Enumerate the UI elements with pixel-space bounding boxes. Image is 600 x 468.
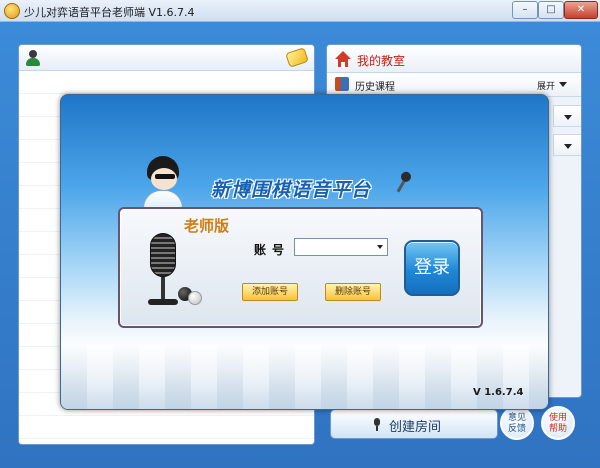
mic-icon: [373, 418, 381, 431]
account-label: 账号: [254, 243, 291, 257]
collapsed-section[interactable]: [553, 134, 581, 156]
login-button[interactable]: 登录: [404, 240, 460, 296]
chevron-down-icon[interactable]: [564, 144, 572, 149]
window-title: 少儿对弈语音平台老师端 V1.6.7.4: [24, 6, 195, 19]
login-form: 老师版 账号 添加账号 删除账号 登录: [118, 207, 483, 328]
create-room-label: 创建房间: [389, 420, 442, 435]
expand-label[interactable]: 展开: [537, 79, 555, 92]
chevron-down-icon[interactable]: [564, 115, 572, 120]
classroom-header: 我的教室: [327, 45, 581, 73]
maximize-button[interactable]: □: [538, 1, 564, 19]
login-dialog: 新博围棋语音平台 老师版 账号 添加账号 删除账号 登录 V 1.6.7.4: [60, 94, 549, 410]
feedback-button[interactable]: 意见 反馈: [500, 406, 534, 440]
mic-icon: [391, 169, 414, 195]
account-select[interactable]: [294, 238, 388, 256]
mic-icon: [142, 233, 182, 313]
minimize-button[interactable]: –: [512, 1, 538, 19]
book-icon: [335, 77, 349, 91]
version-label: V 1.6.7.4: [473, 387, 524, 398]
chevron-down-icon[interactable]: [377, 245, 383, 249]
feedback-label-line1: 意见: [507, 413, 526, 423]
feedback-label-line2: 反馈: [507, 424, 526, 434]
user-icon: [25, 50, 41, 66]
history-course-label: 历史课程: [355, 82, 395, 93]
help-label-line2: 帮助: [548, 424, 567, 434]
help-button[interactable]: 使用 帮助: [541, 406, 575, 440]
title-bar: 少儿对弈语音平台老师端 V1.6.7.4 – □ ✕: [0, 0, 600, 22]
create-room-button[interactable]: 创建房间: [330, 409, 498, 439]
edition-label: 老师版: [184, 217, 230, 235]
user-list-header: [19, 45, 314, 71]
house-icon: [335, 51, 351, 67]
delete-account-button[interactable]: 删除账号: [325, 283, 381, 301]
chevron-down-icon[interactable]: [559, 82, 567, 87]
brand-title: 新博围棋语音平台: [211, 179, 372, 201]
go-stones-icon: [188, 291, 202, 305]
app-icon: [4, 3, 20, 19]
help-label-line1: 使用: [548, 413, 567, 423]
collapsed-section[interactable]: [553, 105, 581, 127]
add-account-button[interactable]: 添加账号: [242, 283, 298, 301]
close-button[interactable]: ✕: [564, 1, 598, 19]
classroom-title: 我的教室: [357, 54, 406, 68]
soap-icon[interactable]: [285, 47, 309, 68]
